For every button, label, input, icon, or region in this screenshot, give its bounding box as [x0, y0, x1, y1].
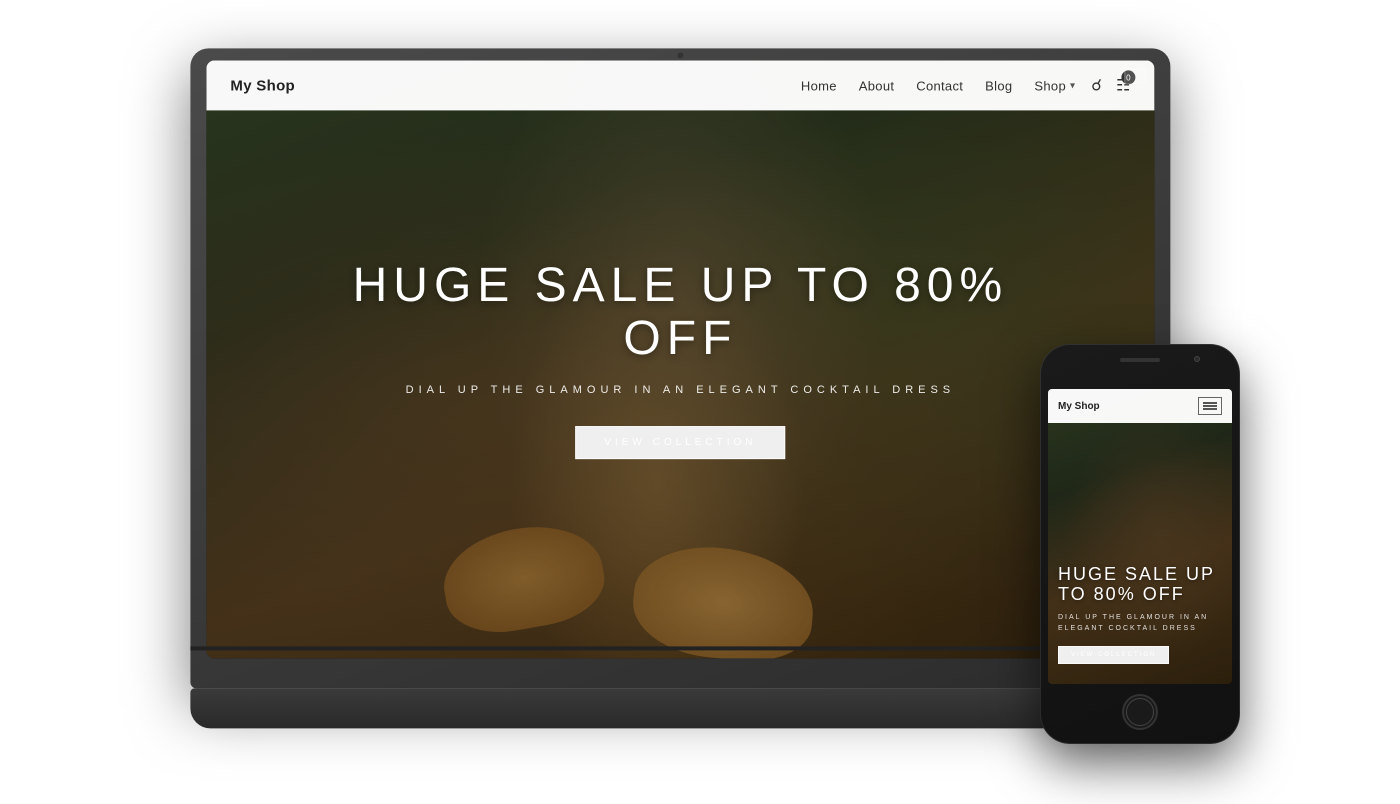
laptop-nav-links: Home About Contact Blog Shop ▾: [801, 78, 1075, 93]
laptop-hero-view-collection-button[interactable]: VIEW COLLECTION: [575, 426, 785, 459]
laptop-body: My Shop Home About Contact Blog Shop ▾: [190, 48, 1170, 688]
laptop-hero-subtitle: DIAL UP THE GLAMOUR IN AN ELEGANT COCKTA…: [301, 384, 1059, 396]
laptop-hinge: [190, 646, 1170, 650]
phone-hero-title: HUGE SALE UP TO 80% OFF: [1058, 564, 1222, 605]
phone-screen: My Shop HUGE SALE UP TO 80% OFF DIAL UP …: [1048, 389, 1232, 684]
phone-hero-content: HUGE SALE UP TO 80% OFF DIAL UP THE GLAM…: [1048, 423, 1232, 684]
nav-link-home[interactable]: Home: [801, 78, 837, 93]
nav-link-about[interactable]: About: [859, 78, 894, 93]
phone-hero-subtitle: DIAL UP THE GLAMOUR IN AN ELEGANT COCKTA…: [1058, 613, 1222, 634]
menu-line-3: [1203, 408, 1217, 410]
phone-hero-view-collection-button[interactable]: VIEW COLLECTION: [1058, 646, 1169, 664]
phone-speaker: [1120, 358, 1160, 362]
laptop-camera: [677, 52, 683, 58]
laptop-device: My Shop Home About Contact Blog Shop ▾: [190, 48, 1170, 728]
phone-screen-bezel: My Shop HUGE SALE UP TO 80% OFF DIAL UP …: [1048, 389, 1232, 684]
nav-link-blog[interactable]: Blog: [985, 78, 1012, 93]
laptop-hero-content: HUGE SALE UP TO 80% OFF DIAL UP THE GLAM…: [301, 260, 1059, 459]
phone-home-button[interactable]: [1122, 694, 1158, 730]
laptop-screen-bezel: My Shop Home About Contact Blog Shop ▾: [206, 60, 1154, 658]
search-icon[interactable]: ☌: [1091, 75, 1102, 95]
shop-chevron-icon: ▾: [1070, 80, 1075, 91]
phone-body: My Shop HUGE SALE UP TO 80% OFF DIAL UP …: [1040, 344, 1240, 744]
phone-device: My Shop HUGE SALE UP TO 80% OFF DIAL UP …: [1040, 344, 1240, 744]
phone-camera-dot: [1194, 356, 1200, 362]
laptop-base: [190, 688, 1170, 728]
menu-line-2: [1203, 405, 1217, 407]
laptop-navbar: My Shop Home About Contact Blog Shop ▾: [206, 60, 1154, 110]
phone-menu-button[interactable]: [1198, 397, 1222, 415]
laptop-nav-brand[interactable]: My Shop: [230, 77, 295, 94]
laptop-hero-title: HUGE SALE UP TO 80% OFF: [301, 260, 1059, 366]
screen-corner-button[interactable]: [1124, 68, 1146, 84]
laptop-screen: My Shop Home About Contact Blog Shop ▾: [206, 60, 1154, 658]
menu-line-1: [1203, 402, 1217, 404]
nav-link-contact[interactable]: Contact: [916, 78, 963, 93]
phone-home-button-inner: [1126, 698, 1154, 726]
nav-shop-dropdown[interactable]: Shop ▾: [1034, 78, 1075, 93]
phone-nav-brand[interactable]: My Shop: [1058, 401, 1100, 412]
phone-navbar: My Shop: [1048, 389, 1232, 423]
scene: My Shop Home About Contact Blog Shop ▾: [0, 0, 1400, 804]
